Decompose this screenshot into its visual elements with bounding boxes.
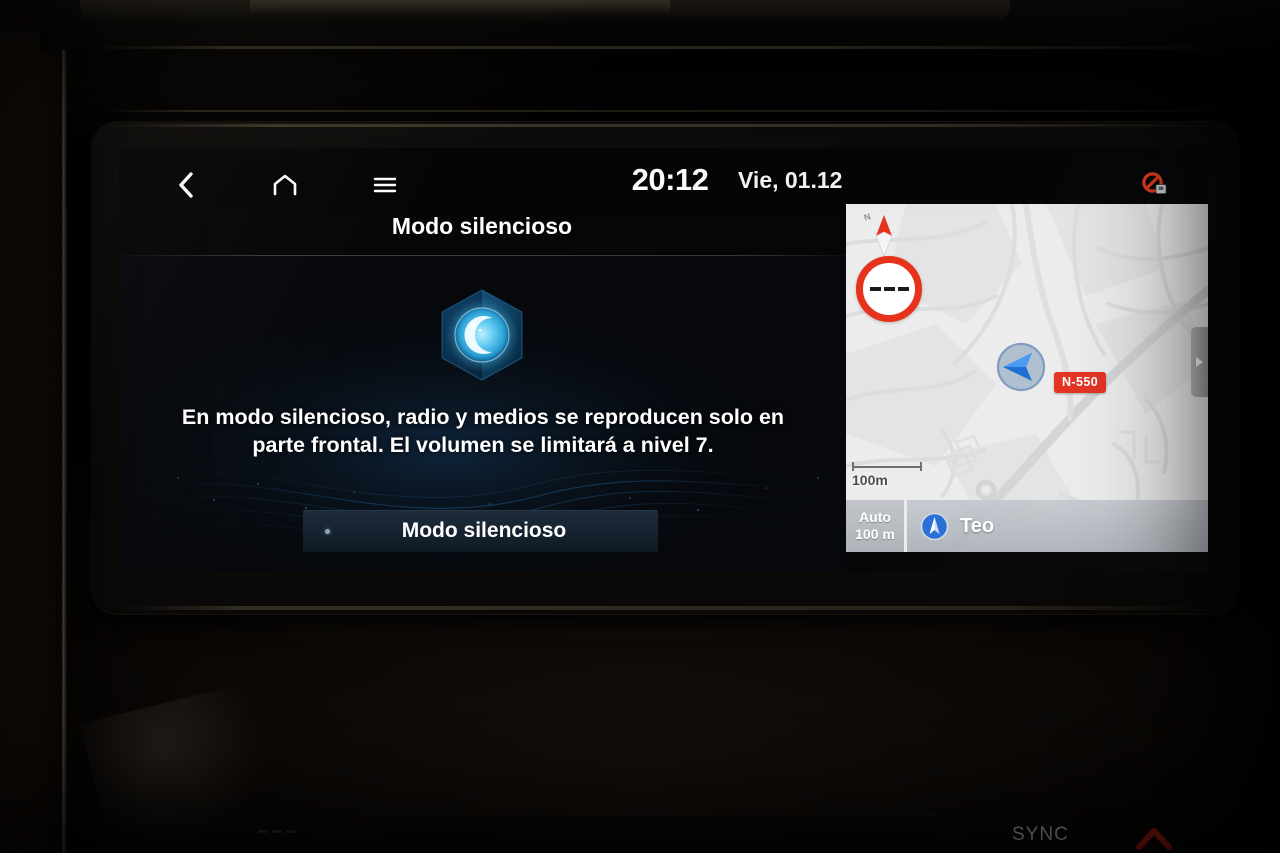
sync-button[interactable]: SYNC <box>1012 824 1069 846</box>
map-destination[interactable]: Teo <box>907 500 1208 552</box>
climate-panel-housing <box>380 814 940 853</box>
no-connection-icon <box>1142 172 1167 195</box>
speed-limit-dash <box>869 287 881 291</box>
silent-mode-panel: En modo silencioso, radio y medios se re… <box>118 256 846 572</box>
compass-north-label: N <box>862 211 872 223</box>
home-icon <box>273 174 297 196</box>
fan-up-button[interactable] <box>1136 826 1172 850</box>
vehicle-position-arrow-icon <box>996 342 1046 392</box>
silent-mode-description: En modo silencioso, radio y medios se re… <box>181 405 785 457</box>
map-destination-name: Teo <box>960 514 995 537</box>
north-arrow-icon <box>875 215 893 257</box>
bezel-bottom-highlight <box>120 606 1210 610</box>
map-zoom-mode-label: Auto <box>859 509 891 526</box>
status-indicator[interactable] <box>1140 170 1170 200</box>
clock-date: Vie, 01.12 <box>738 167 843 193</box>
speed-limit-dash <box>897 287 909 291</box>
silent-mode-toggle[interactable]: Modo silencioso <box>303 510 658 552</box>
chevron-left-icon <box>178 172 193 198</box>
map-expand-handle[interactable] <box>1191 327 1208 397</box>
scale-bar-line <box>852 462 922 471</box>
map-compass: N <box>862 210 900 257</box>
road-number-badge: N-550 <box>1054 372 1107 393</box>
clock-time: 20:12 <box>631 162 709 197</box>
crescent-moon-icon <box>441 289 523 381</box>
dashboard-panel-seam <box>100 110 1270 112</box>
scale-bar-end-cap <box>920 462 922 471</box>
chevron-up-icon <box>1136 828 1172 850</box>
back-button[interactable] <box>168 168 202 202</box>
map-status-bar: Auto 100 m Teo <box>846 500 1208 552</box>
hamburger-menu-icon <box>373 177 397 193</box>
silent-mode-toggle-label: Modo silencioso <box>401 519 567 542</box>
map-zoom-mode[interactable]: Auto 100 m <box>846 500 904 552</box>
compass-icon <box>920 512 949 540</box>
car-dashboard: 20:12 Vie, 01.12 Modo silencioso En modo… <box>0 0 1280 853</box>
map-zoom-value: 100 m <box>855 526 895 542</box>
chevron-right-icon <box>1196 357 1203 367</box>
speed-limit-dash <box>883 287 895 291</box>
menu-button[interactable] <box>368 168 402 202</box>
home-button[interactable] <box>268 168 302 202</box>
dashboard-trim-edge <box>90 46 1240 49</box>
silent-mode-badge <box>434 286 530 386</box>
map-scale-bar: 100m <box>852 462 922 488</box>
map-widget[interactable]: Rúa N <box>846 204 1208 552</box>
vehicle-position-marker <box>996 342 1046 392</box>
infotainment-screen: 20:12 Vie, 01.12 Modo silencioso En modo… <box>118 148 1208 572</box>
dashboard-trim-highlight-inner <box>250 0 670 13</box>
page-title: Modo silencioso <box>391 213 573 239</box>
bezel-top-highlight <box>110 124 1220 127</box>
speed-limit-sign <box>856 256 922 322</box>
scale-bar-label: 100m <box>852 472 888 488</box>
